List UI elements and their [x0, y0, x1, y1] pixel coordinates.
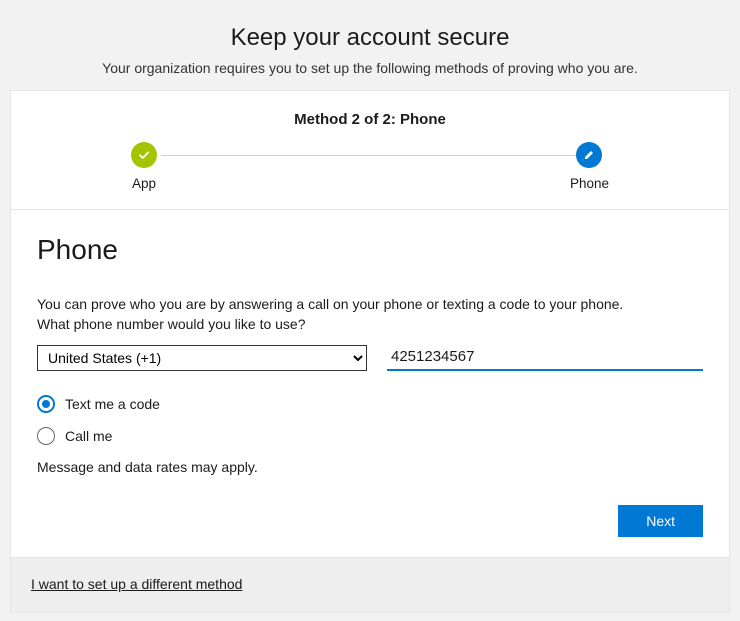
progress-step-phone: Phone	[570, 142, 609, 191]
progress-step-app: App	[131, 142, 157, 191]
button-row: Next	[11, 487, 729, 557]
country-code-select[interactable]: United States (+1)	[37, 345, 367, 371]
step-label-phone: Phone	[570, 176, 609, 191]
next-button[interactable]: Next	[618, 505, 703, 537]
progress-line	[161, 155, 579, 156]
progress-track: App Phone	[71, 142, 669, 191]
rates-notice: Message and data rates may apply.	[37, 459, 703, 475]
page-subtitle: Your organization requires you to set up…	[8, 60, 732, 90]
instruction-text-2: What phone number would you like to use?	[37, 314, 703, 334]
form-section: Phone You can prove who you are by answe…	[11, 210, 729, 487]
pencil-icon	[576, 142, 602, 168]
phone-input-row: United States (+1)	[37, 345, 703, 371]
radio-icon	[37, 395, 55, 413]
instruction-text-1: You can prove who you are by answering a…	[37, 294, 703, 314]
card-footer: I want to set up a different method	[11, 557, 729, 612]
setup-card: Method 2 of 2: Phone App Phone Pho	[10, 90, 730, 613]
section-title: Phone	[37, 234, 703, 266]
progress-title: Method 2 of 2: Phone	[71, 111, 669, 128]
different-method-link[interactable]: I want to set up a different method	[31, 576, 242, 592]
phone-number-input[interactable]	[387, 345, 703, 371]
step-label-app: App	[132, 176, 156, 191]
page-title: Keep your account secure	[8, 8, 732, 60]
progress-section: Method 2 of 2: Phone App Phone	[11, 91, 729, 210]
radio-call-me[interactable]: Call me	[37, 427, 703, 445]
radio-label-text: Text me a code	[65, 396, 160, 412]
checkmark-icon	[131, 142, 157, 168]
radio-label-call: Call me	[65, 428, 112, 444]
radio-text-code[interactable]: Text me a code	[37, 395, 703, 413]
radio-icon	[37, 427, 55, 445]
